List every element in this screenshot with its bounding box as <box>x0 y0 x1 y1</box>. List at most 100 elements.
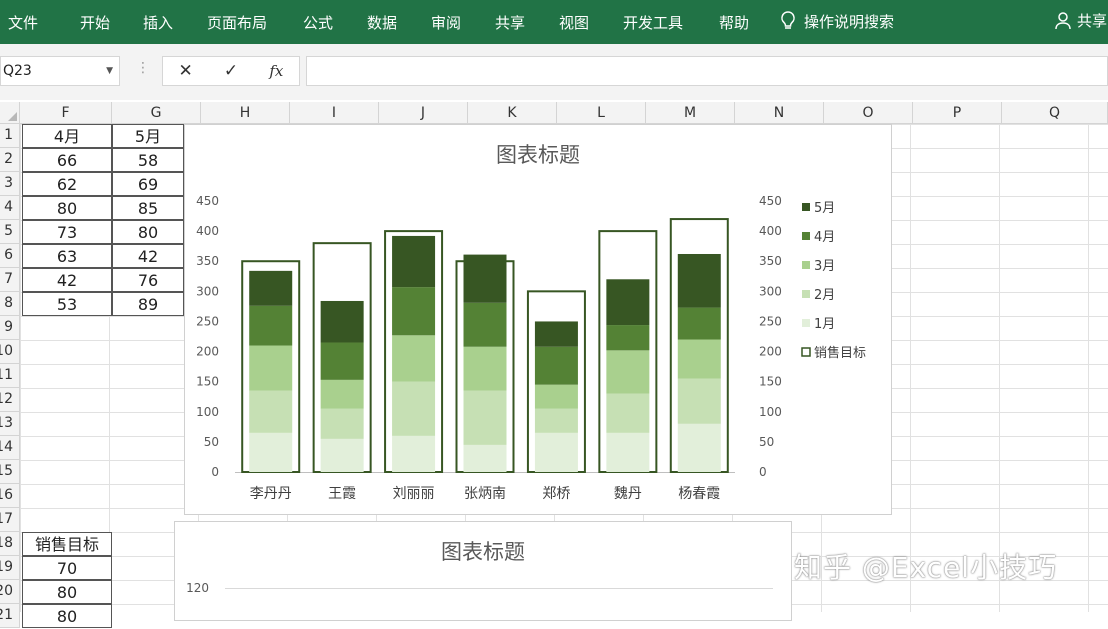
ribbon-tab[interactable]: 开发工具 <box>623 12 683 33</box>
cell[interactable]: 80 <box>112 220 184 244</box>
secondary-y-axis-tick-label: 150 <box>759 375 782 389</box>
row-header[interactable]: 4 <box>0 196 20 220</box>
secondary-y-axis-tick-label: 300 <box>759 284 782 298</box>
column-header-l[interactable]: L <box>557 102 646 124</box>
cell[interactable]: 42 <box>112 244 184 268</box>
ribbon-tab[interactable]: 审阅 <box>431 12 461 33</box>
cell[interactable]: 76 <box>112 268 184 292</box>
y-axis-tick-label: 100 <box>196 405 219 419</box>
insert-function-icon[interactable]: fx <box>254 62 299 80</box>
enter-icon[interactable]: ✓ <box>208 61 253 81</box>
column-header-i[interactable]: I <box>290 102 379 124</box>
row-header[interactable]: 20 <box>0 580 20 604</box>
row-header[interactable]: 10 <box>0 340 20 364</box>
formula-bar-grip-icon[interactable]: ⋮ <box>136 60 150 76</box>
ribbon-tab[interactable]: 公式 <box>303 12 333 33</box>
row-header[interactable]: 17 <box>0 508 20 532</box>
ribbon-tab[interactable]: 开始 <box>80 12 110 33</box>
cell[interactable]: 5月 <box>112 124 184 148</box>
select-all-corner[interactable] <box>0 102 20 124</box>
row-header[interactable]: 18 <box>0 532 20 556</box>
row-header[interactable]: 5 <box>0 220 20 244</box>
stacked-bar-segment <box>534 321 578 347</box>
stacked-bar-segment <box>606 432 650 472</box>
row-header[interactable]: 16 <box>0 484 20 508</box>
column-header-m[interactable]: M <box>646 102 735 124</box>
tell-me-search[interactable]: 操作说明搜索 <box>780 10 894 32</box>
ribbon: 文件 开始 插入 页面布局 公式 数据 审阅 共享 视图 开发工具 帮助 操作说明搜索 共享 <box>0 0 1108 44</box>
stacked-bar-segment <box>320 438 364 472</box>
chart-title-2[interactable]: 图表标题 <box>175 536 791 566</box>
column-header-o[interactable]: O <box>824 102 913 124</box>
row-header[interactable]: 13 <box>0 412 20 436</box>
cell[interactable]: 89 <box>112 292 184 316</box>
legend-label: 5月 <box>814 201 835 216</box>
ribbon-tab[interactable]: 插入 <box>143 12 173 33</box>
row-header[interactable]: 9 <box>0 316 20 340</box>
cell[interactable]: 53 <box>22 292 112 316</box>
name-box[interactable]: Q23 ▼ <box>0 56 120 86</box>
column-header-k[interactable]: K <box>468 102 557 124</box>
column-header-n[interactable]: N <box>735 102 824 124</box>
cell[interactable]: 85 <box>112 196 184 220</box>
row-header[interactable]: 21 <box>0 604 20 628</box>
column-header-p[interactable]: P <box>913 102 1002 124</box>
row-header[interactable]: 7 <box>0 268 20 292</box>
stacked-bar-segment <box>677 423 721 472</box>
cell[interactable]: 66 <box>22 148 112 172</box>
cell[interactable]: 80 <box>22 604 112 628</box>
name-box-value: Q23 <box>3 63 32 79</box>
stacked-bar-segment <box>677 253 721 308</box>
cell[interactable]: 80 <box>22 580 112 604</box>
secondary-y-axis-tick-label: 250 <box>759 314 782 328</box>
row-header[interactable]: 11 <box>0 364 20 388</box>
row-header[interactable]: 1 <box>0 124 20 148</box>
second-chart[interactable]: 图表标题 120 <box>174 521 792 621</box>
column-header-j[interactable]: J <box>379 102 468 124</box>
row-number: 17 <box>0 511 13 527</box>
row-number: 5 <box>4 223 13 239</box>
ribbon-tab[interactable]: 页面布局 <box>207 12 267 33</box>
y-axis-tick-label: 150 <box>196 375 219 389</box>
chevron-down-icon[interactable]: ▼ <box>106 57 113 85</box>
stacked-column-chart[interactable]: 图表标题 0 0 50 50 100 100 150 150 200 200 250 250 300 30… <box>184 124 892 515</box>
ribbon-tab[interactable]: 数据 <box>367 12 397 33</box>
ribbon-tab[interactable]: 共享 <box>495 12 525 33</box>
cell[interactable]: 4月 <box>22 124 112 148</box>
row-header[interactable]: 6 <box>0 244 20 268</box>
ribbon-tab[interactable]: 帮助 <box>719 12 749 33</box>
formula-input[interactable] <box>306 56 1108 86</box>
cell[interactable]: 69 <box>112 172 184 196</box>
row-header[interactable]: 14 <box>0 436 20 460</box>
row-header[interactable]: 15 <box>0 460 20 484</box>
row-header[interactable]: 2 <box>0 148 20 172</box>
x-axis-category-label: 张炳南 <box>464 486 506 502</box>
cell[interactable]: 58 <box>112 148 184 172</box>
cell[interactable]: 80 <box>22 196 112 220</box>
secondary-y-axis-tick-label: 350 <box>759 254 782 268</box>
column-header-f[interactable]: F <box>20 102 112 124</box>
chart-title[interactable]: 图表标题 <box>185 139 891 169</box>
row-number: 16 <box>0 487 13 503</box>
legend-label: 1月 <box>814 317 835 332</box>
cell[interactable]: 73 <box>22 220 112 244</box>
column-header-h[interactable]: H <box>201 102 290 124</box>
x-axis-category-label: 刘丽丽 <box>393 486 435 502</box>
cell[interactable]: 62 <box>22 172 112 196</box>
row-header[interactable]: 3 <box>0 172 20 196</box>
cell[interactable]: 销售目标 <box>22 532 112 556</box>
legend-swatch <box>802 261 810 269</box>
row-header[interactable]: 19 <box>0 556 20 580</box>
cell[interactable]: 42 <box>22 268 112 292</box>
ribbon-tab[interactable]: 视图 <box>559 12 589 33</box>
column-header-q[interactable]: Q <box>1002 102 1108 124</box>
share-button[interactable]: 共享 <box>1055 10 1107 31</box>
cell[interactable]: 70 <box>22 556 112 580</box>
row-header[interactable]: 12 <box>0 388 20 412</box>
cell[interactable]: 63 <box>22 244 112 268</box>
y-axis-tick-label: 400 <box>196 224 219 238</box>
column-header-g[interactable]: G <box>112 102 201 124</box>
row-header[interactable]: 8 <box>0 292 20 316</box>
ribbon-tab[interactable]: 文件 <box>8 12 38 33</box>
cancel-icon[interactable]: ✕ <box>163 61 208 81</box>
